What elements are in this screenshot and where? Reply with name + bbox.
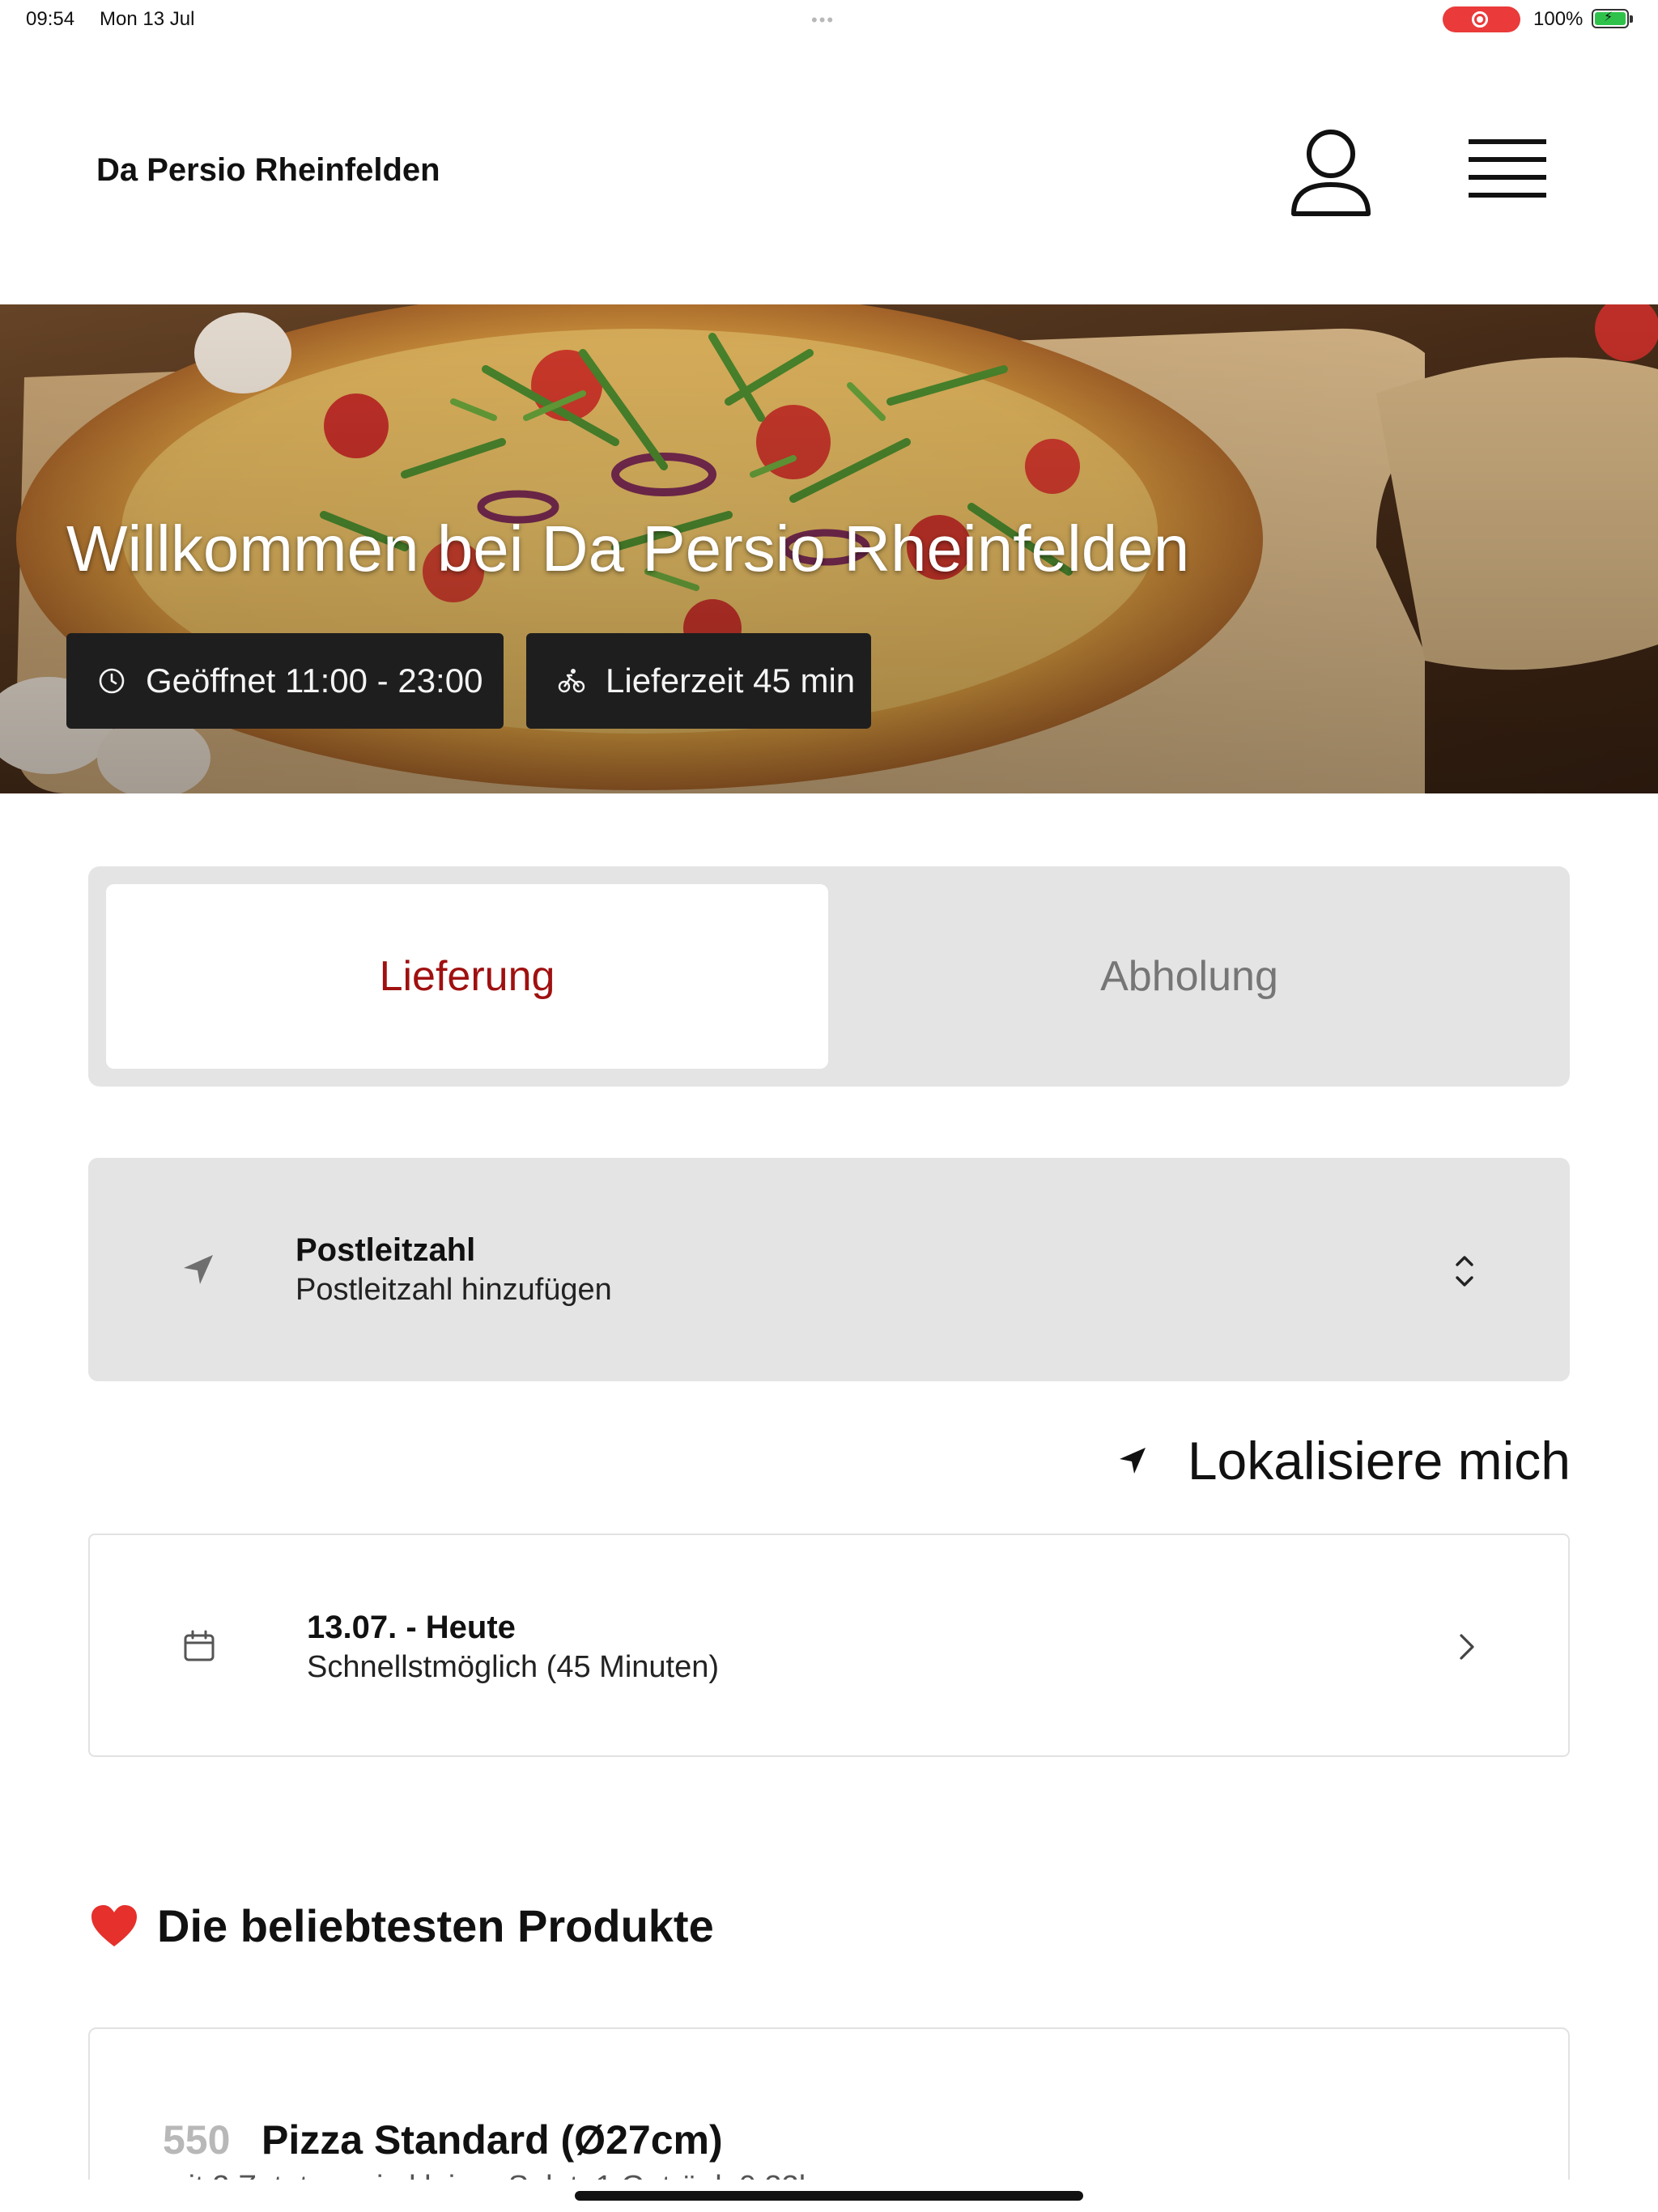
opening-hours-badge: Geöffnet 11:00 - 23:00 (66, 633, 504, 729)
popular-products-heading: Die beliebtesten Produkte (89, 1899, 714, 1952)
account-button[interactable] (1289, 123, 1373, 220)
welcome-title: Willkommen bei Da Persio Rheinfelden (66, 513, 1190, 585)
home-indicator[interactable] (575, 2191, 1083, 2201)
postcode-label: Postleitzahl (295, 1232, 476, 1268)
tab-pickup[interactable]: Abholung (828, 884, 1550, 1069)
delivery-date-select[interactable]: 13.07. - Heute Schnellstmöglich (45 Minu… (88, 1534, 1570, 1757)
opening-hours-text: Geöffnet 11:00 - 23:00 (146, 661, 483, 700)
delivery-time-badge: Lieferzeit 45 min (526, 633, 871, 729)
heart-icon (91, 1904, 137, 1946)
menu-button[interactable] (1462, 130, 1553, 211)
product-name: Pizza Standard (Ø27cm) (261, 2117, 723, 2163)
restaurant-name: Da Persio Rheinfelden (96, 152, 440, 188)
date-title: 13.07. - Heute (307, 1610, 516, 1645)
location-arrow-icon (1119, 1448, 1146, 1474)
hamburger-menu-icon (1469, 139, 1546, 198)
user-icon (1291, 130, 1371, 216)
battery-icon (1592, 9, 1633, 28)
chevron-right-icon (1460, 1634, 1474, 1660)
popular-products-title: Die beliebtesten Produkte (157, 1900, 714, 1951)
chevron-up-down-icon (1456, 1256, 1473, 1287)
status-time: 09:54 (26, 8, 75, 30)
location-arrow-icon (184, 1255, 213, 1284)
postcode-placeholder: Postleitzahl hinzufügen (295, 1273, 612, 1307)
screen-recording-indicator[interactable] (1443, 6, 1520, 32)
date-subtitle: Schnellstmöglich (45 Minuten) (307, 1650, 720, 1684)
bike-icon (558, 669, 585, 693)
locate-me-button[interactable]: Lokalisiere mich (1107, 1428, 1571, 1493)
postcode-select[interactable]: Postleitzahl Postleitzahl hinzufügen (88, 1158, 1570, 1381)
multitasking-dots[interactable]: ••• (811, 10, 835, 31)
status-bar: 09:54 Mon 13 Jul ••• 100% (0, 0, 1658, 39)
battery-percent: 100% (1533, 8, 1584, 30)
order-type-toggle: Lieferung Abholung (88, 866, 1570, 1087)
clock-icon (99, 668, 125, 694)
hero-banner: Willkommen bei Da Persio Rheinfelden Geö… (0, 304, 1658, 793)
record-icon (1472, 11, 1488, 28)
delivery-time-text: Lieferzeit 45 min (606, 661, 856, 700)
locate-me-label: Lokalisiere mich (1187, 1431, 1571, 1491)
product-number: 550 (163, 2117, 231, 2163)
status-date: Mon 13 Jul (100, 8, 195, 30)
calendar-icon (184, 1630, 215, 1661)
tab-delivery[interactable]: Lieferung (106, 884, 828, 1069)
